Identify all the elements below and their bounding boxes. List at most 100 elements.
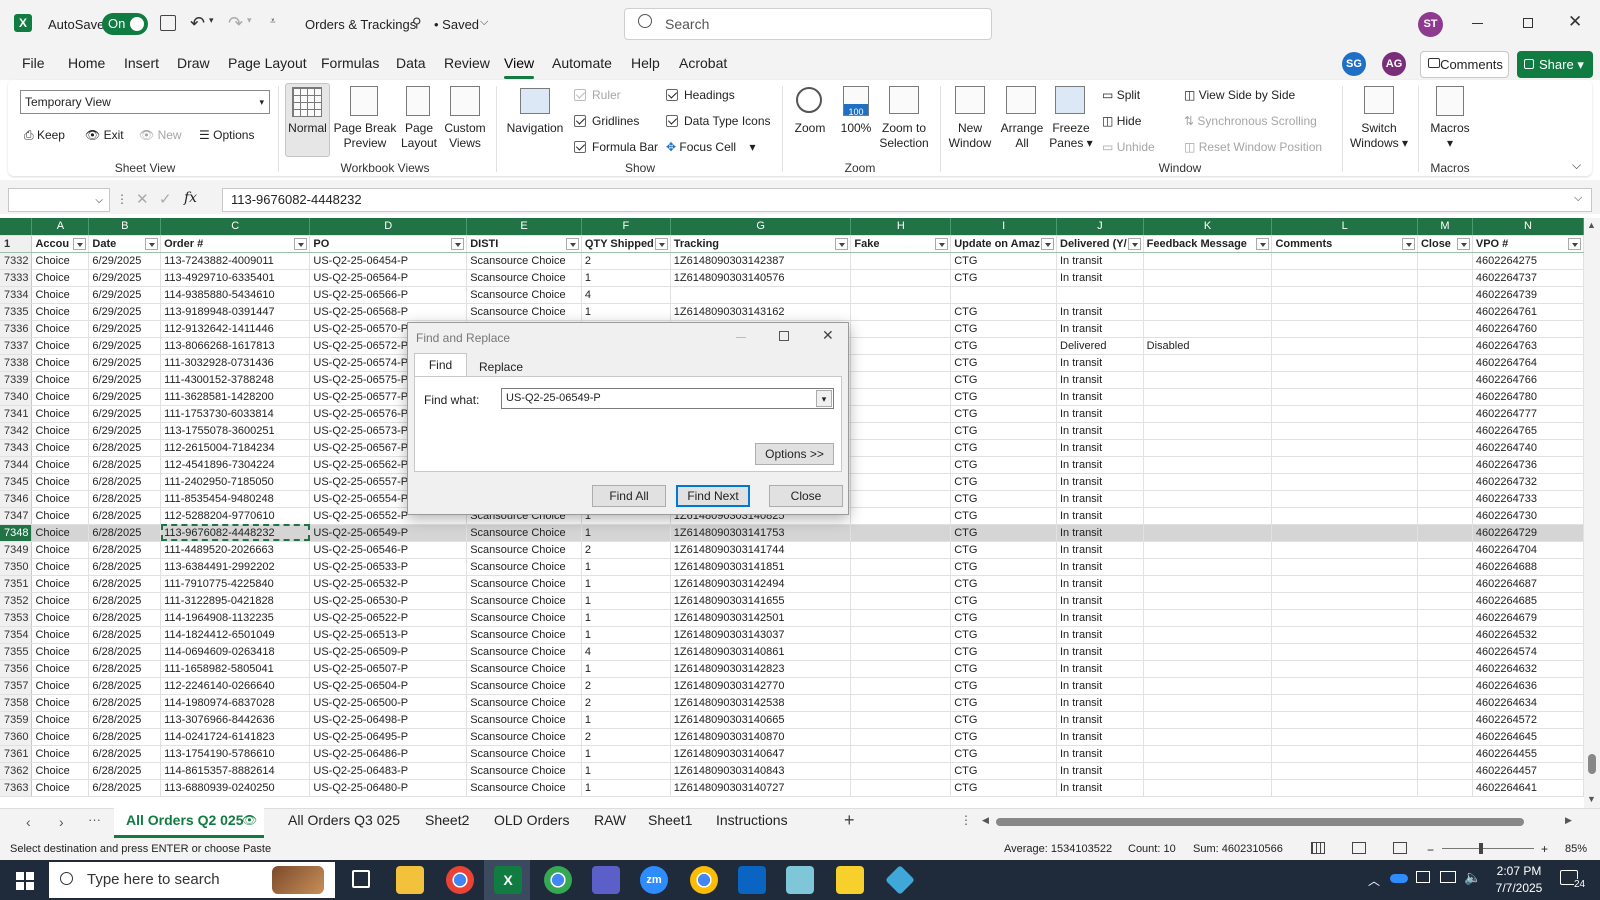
table-cell[interactable] [850,677,952,695]
sticky-notes-icon[interactable] [836,866,864,894]
table-cell[interactable]: Scansource Choice [466,626,582,644]
table-cell[interactable]: Scansource Choice [466,558,582,576]
filter-dropdown-icon[interactable] [565,237,579,250]
tab-more-icon[interactable]: ··· [88,812,101,827]
table-cell[interactable]: 6/28/2025 [88,507,162,525]
table-header-cell[interactable]: Tracking [670,235,852,253]
table-cell[interactable]: 4602264632 [1472,660,1584,678]
table-header-cell[interactable]: Update on Amaz [950,235,1057,253]
table-cell[interactable]: CTG [950,694,1057,712]
table-cell[interactable]: Choice [31,388,90,406]
row-number[interactable]: 7342 [0,422,33,440]
row-number[interactable]: 7355 [0,643,33,661]
table-cell[interactable] [1143,592,1273,610]
chrome-icon[interactable] [446,866,474,894]
page-layout-icon[interactable] [406,86,430,116]
switch-windows-button[interactable]: Switch Windows ▾ [1346,121,1412,151]
table-cell[interactable]: 112-4541896-7304224 [160,456,311,474]
table-cell[interactable]: 113-8066268-1617813 [160,337,311,355]
filter-dropdown-icon[interactable] [145,237,159,250]
table-cell[interactable]: US-Q2-25-06546-P [309,541,468,559]
table-cell[interactable]: Scansource Choice [466,541,582,559]
table-header-cell[interactable]: QTY Shipped [581,235,671,253]
new-window-icon[interactable] [955,86,985,114]
table-cell[interactable]: 1Z6148090303142387 [670,252,852,270]
table-cell[interactable] [1271,660,1418,678]
table-cell[interactable]: Choice [31,677,90,695]
table-cell[interactable]: 111-1753730-6033814 [160,405,311,423]
table-cell[interactable]: In transit [1056,320,1144,338]
menu-review[interactable]: Review [444,55,490,71]
row-number[interactable]: 7359 [0,711,33,729]
table-cell[interactable] [850,422,952,440]
filter-dropdown-icon[interactable] [1127,237,1141,250]
find-what-input[interactable]: US-Q2-25-06549-P [501,388,834,409]
zoom-button[interactable]: Zoom [790,121,830,136]
table-cell[interactable]: US-Q2-25-06498-P [309,711,468,729]
file-explorer-icon[interactable] [396,866,424,894]
table-cell[interactable] [850,711,952,729]
menu-draw[interactable]: Draw [177,55,210,71]
table-cell[interactable]: Scansource Choice [466,609,582,627]
table-cell[interactable]: Choice [31,371,90,389]
table-cell[interactable]: 4602264760 [1472,320,1584,338]
table-cell[interactable]: 6/28/2025 [88,473,162,491]
table-cell[interactable] [850,388,952,406]
table-row[interactable]: 7351 Choice 6/28/2025 111-7910775-4225840 US… [0,575,1584,593]
close-button[interactable]: Close [769,485,843,507]
table-cell[interactable] [1271,711,1418,729]
notepad-icon[interactable] [786,866,814,894]
row-number[interactable]: 1 [0,235,33,253]
row-number[interactable]: 7332 [0,252,33,270]
table-cell[interactable]: CTG [950,473,1057,491]
new-window-button[interactable]: New Window [948,121,992,151]
table-cell[interactable]: 1Z6148090303142770 [670,677,852,695]
table-cell[interactable]: 1 [581,558,671,576]
table-cell[interactable]: CTG [950,575,1057,593]
table-row[interactable]: 7362 Choice 6/28/2025 114-8615357-8882614 US… [0,762,1584,780]
table-cell[interactable] [850,507,952,525]
table-cell[interactable] [850,337,952,355]
scroll-up-arrow[interactable]: ▲ [1587,220,1596,230]
table-cell[interactable] [1417,541,1473,559]
table-cell[interactable] [1143,711,1273,729]
table-cell[interactable]: 114-0241724-6141823 [160,728,311,746]
table-cell[interactable]: 6/28/2025 [88,660,162,678]
table-cell[interactable]: In transit [1056,558,1144,576]
table-cell[interactable]: US-Q2-25-06513-P [309,626,468,644]
table-cell[interactable]: Scansource Choice [466,677,582,695]
table-cell[interactable]: 1 [581,524,671,542]
task-view-icon[interactable] [352,870,370,888]
table-cell[interactable]: 6/29/2025 [88,371,162,389]
row-number[interactable]: 7353 [0,609,33,627]
menu-acrobat[interactable]: Acrobat [679,55,727,71]
table-cell[interactable]: CTG [950,626,1057,644]
table-cell[interactable]: Choice [31,303,90,321]
table-cell[interactable]: 4602264574 [1472,643,1584,661]
table-cell[interactable]: 6/29/2025 [88,388,162,406]
customize-toolbar-icon[interactable]: ⩡ [270,16,276,27]
table-cell[interactable]: 111-8535454-9480248 [160,490,311,508]
add-sheet-icon[interactable]: + [844,810,855,831]
table-cell[interactable]: Scansource Choice [466,303,582,321]
zoom-selection-icon[interactable] [889,86,919,114]
table-cell[interactable]: 6/28/2025 [88,677,162,695]
autosave-toggle[interactable]: On [102,13,148,35]
table-cell[interactable]: 1Z6148090303141753 [670,524,852,542]
table-cell[interactable]: 4602264766 [1472,371,1584,389]
status-average[interactable]: Average: 1534103522 [1004,843,1112,855]
table-cell[interactable] [1271,745,1418,763]
table-cell[interactable]: 1 [581,660,671,678]
zoom-100-button[interactable]: 100% [836,121,876,136]
table-cell[interactable]: 6/28/2025 [88,728,162,746]
table-cell[interactable]: 113-3076966-8442636 [160,711,311,729]
table-header-cell[interactable]: Fake [850,235,952,253]
filter-dropdown-icon[interactable] [654,237,668,250]
table-cell[interactable]: 113-1755078-3600251 [160,422,311,440]
macros-button[interactable]: Macros ▾ [1424,121,1476,151]
table-cell[interactable]: US-Q2-25-06566-P [309,286,468,304]
table-cell[interactable]: In transit [1056,643,1144,661]
confirm-entry-icon[interactable]: ✓ [159,190,172,208]
table-cell[interactable]: Scansource Choice [466,660,582,678]
table-cell[interactable] [1417,524,1473,542]
